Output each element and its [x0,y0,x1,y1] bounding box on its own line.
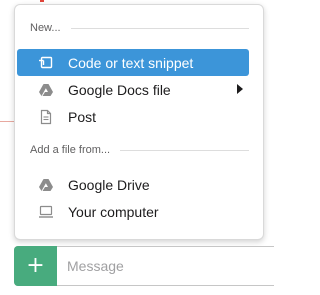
menu-item-label: Post [68,108,97,125]
menu-item-google-docs[interactable]: Google Docs file [17,76,249,103]
add-section-label: Add a file from... [30,144,111,156]
menu-item-label: Google Drive [68,176,150,193]
menu-item-your-computer[interactable]: Your computer [17,198,249,225]
menu-item-label: Google Docs file [68,81,171,98]
menu-item-code-snippet[interactable]: Code or text snippet [17,49,249,76]
background-divider-line [0,121,14,122]
add-attachment-button[interactable]: + [14,246,57,286]
snippet-icon [38,55,54,71]
menu-item-label: Your computer [68,203,159,220]
google-drive-icon [38,177,54,193]
new-section-header: New... [30,20,249,36]
document-icon [38,109,54,125]
new-section-label: New... [30,22,61,34]
add-section-header: Add a file from... [30,142,249,158]
plus-icon: + [26,253,45,278]
menu-item-post[interactable]: Post [17,103,249,130]
message-input[interactable] [67,247,267,285]
message-composer: + [14,246,274,286]
menu-item-google-drive[interactable]: Google Drive [17,171,249,198]
submenu-arrow-icon [237,84,243,94]
background-accent-mark [40,0,44,2]
section-divider [120,149,249,151]
menu-item-label: Code or text snippet [68,54,194,71]
section-divider [70,27,249,29]
computer-icon [38,204,54,220]
google-drive-icon [38,82,54,98]
file-upload-menu: New... Code or text snippet Google Docs … [14,4,264,240]
